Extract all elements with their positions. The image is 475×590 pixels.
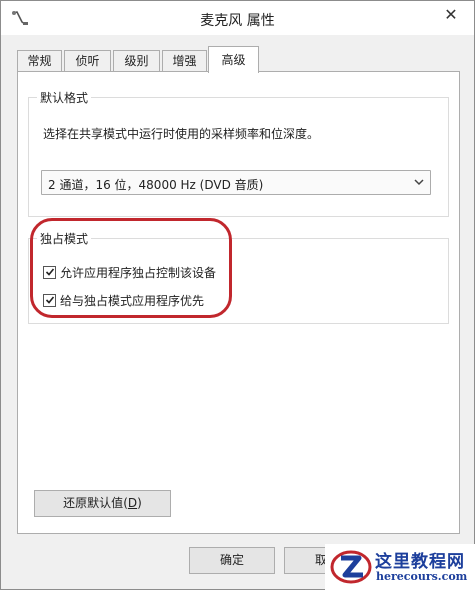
exclusive-priority-checkbox[interactable] xyxy=(43,293,56,307)
close-button[interactable]: ✕ xyxy=(434,1,468,27)
exclusive-priority-checkbox-row[interactable]: 给与独占模式应用程序优先 xyxy=(43,292,204,308)
properties-dialog: 麦克风 属性 ✕ 常规 侦听 级别 增强 高级 默认格式 选择在共享模式中运行时… xyxy=(0,0,475,590)
allow-exclusive-checkbox-row[interactable]: 允许应用程序独占控制该设备 xyxy=(43,264,216,280)
tab-general[interactable]: 常规 xyxy=(17,50,62,71)
format-select[interactable]: 2 通道，16 位，48000 Hz (DVD 音质) xyxy=(41,170,431,195)
ok-label: 确定 xyxy=(219,553,244,567)
ok-button[interactable]: 确定 xyxy=(189,547,275,574)
advanced-panel: 默认格式 选择在共享模式中运行时使用的采样频率和位深度。 2 通道，16 位，4… xyxy=(17,71,460,534)
tab-levels[interactable]: 级别 xyxy=(113,50,160,71)
chevron-down-icon xyxy=(414,179,424,186)
site-watermark: 这里教程网 herecours.com xyxy=(325,544,475,590)
default-format-title: 默认格式 xyxy=(37,89,92,106)
title-bar: 麦克风 属性 ✕ xyxy=(1,1,474,35)
tab-advanced[interactable]: 高级 xyxy=(208,46,259,73)
allow-exclusive-checkbox[interactable] xyxy=(43,265,56,279)
restore-defaults-mnemonic: D xyxy=(127,496,138,510)
window-title: 麦克风 属性 xyxy=(200,13,275,29)
exclusive-mode-title: 独占模式 xyxy=(37,230,92,247)
restore-defaults-button[interactable]: 还原默认值(D) xyxy=(34,490,171,517)
exclusive-priority-label: 给与独占模式应用程序优先 xyxy=(60,293,205,308)
format-select-value: 2 通道，16 位，48000 Hz (DVD 音质) xyxy=(48,178,264,192)
watermark-url: herecours.com xyxy=(376,570,468,583)
default-format-description: 选择在共享模式中运行时使用的采样频率和位深度。 xyxy=(43,127,320,141)
tab-enhancements[interactable]: 增强 xyxy=(162,50,207,71)
default-format-group: 默认格式 选择在共享模式中运行时使用的采样频率和位深度。 2 通道，16 位，4… xyxy=(28,89,449,217)
allow-exclusive-label: 允许应用程序独占控制该设备 xyxy=(60,265,217,280)
watermark-title: 这里教程网 xyxy=(375,552,465,572)
tab-listen[interactable]: 侦听 xyxy=(64,50,111,71)
checkmark-icon xyxy=(45,296,54,304)
close-icon: ✕ xyxy=(444,4,458,24)
checkmark-icon xyxy=(45,268,54,276)
watermark-logo-icon xyxy=(330,550,372,584)
restore-defaults-label: 还原默认值 xyxy=(63,496,124,510)
exclusive-mode-group: 独占模式 允许应用程序独占控制该设备 给与独占模式应用程序优先 xyxy=(28,230,449,324)
